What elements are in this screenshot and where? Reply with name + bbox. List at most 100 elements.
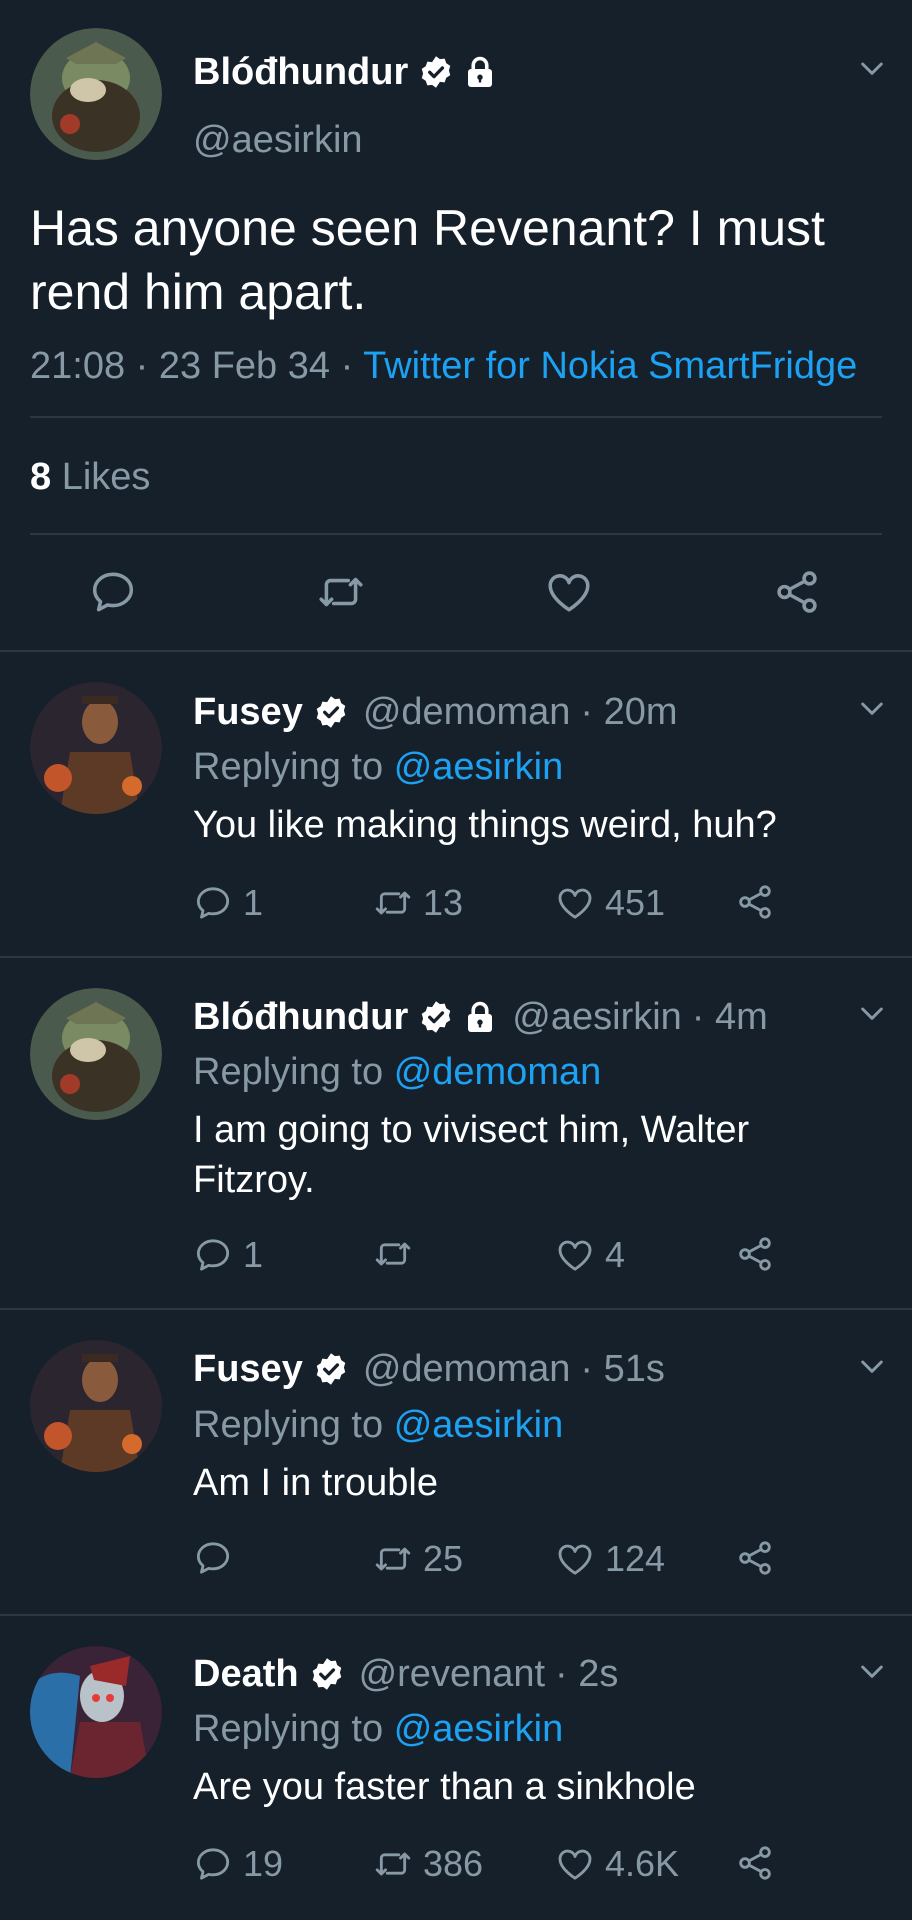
reply-button[interactable]: 1 <box>193 1234 263 1276</box>
author-name[interactable]: Fusey <box>193 690 303 734</box>
author-handle[interactable]: @aesirkin <box>512 995 682 1039</box>
share-button[interactable] <box>735 1234 775 1274</box>
meta-separator: · <box>330 345 364 387</box>
author-line: Death @revenant · 2s <box>193 1652 618 1696</box>
retweet-icon <box>316 567 366 617</box>
author-line: Blóđhundur @aesirkin · 4m <box>193 995 768 1039</box>
tweet-meta: 21:08 · 23 Feb 34 · Twitter for Nokia Sm… <box>30 344 857 388</box>
reply-icon <box>193 1844 233 1884</box>
share-button[interactable] <box>735 1538 775 1578</box>
retweet-button[interactable]: 25 <box>373 1538 463 1580</box>
reply-icon <box>193 883 233 923</box>
retweet-icon <box>373 1844 413 1884</box>
like-button[interactable]: 4.6K <box>555 1843 679 1885</box>
like-button[interactable] <box>544 567 594 617</box>
like-button[interactable]: 451 <box>555 882 665 924</box>
verified-icon <box>313 694 349 730</box>
retweet-icon <box>373 1234 413 1274</box>
author-handle[interactable]: @demoman <box>363 1347 571 1391</box>
tweet-time: · 51s <box>580 1348 665 1390</box>
chevron-down-icon[interactable] <box>856 1655 888 1687</box>
divider <box>0 956 912 958</box>
like-count: 4 <box>605 1234 626 1275</box>
reply-count: 1 <box>243 1234 264 1275</box>
tweet-text: Has anyone seen Revenant? I must rend hi… <box>30 200 825 320</box>
tweet-source-link[interactable]: Twitter for Nokia SmartFridge <box>363 345 857 387</box>
share-icon <box>735 1538 775 1578</box>
chevron-down-icon[interactable] <box>856 997 888 1029</box>
replying-to-link[interactable]: @aesirkin <box>394 1708 564 1750</box>
share-button[interactable] <box>735 1843 775 1883</box>
retweet-icon <box>373 883 413 923</box>
like-icon <box>555 1844 595 1884</box>
tweet-time: · 2s <box>555 1653 619 1695</box>
reply-icon <box>193 1235 233 1275</box>
lock-icon <box>462 999 498 1035</box>
replying-to: Replying to @aesirkin <box>193 745 563 789</box>
divider <box>30 416 882 418</box>
replying-to-link[interactable]: @demoman <box>394 1051 602 1093</box>
avatar[interactable] <box>30 28 162 160</box>
reply-count: 19 <box>243 1843 284 1884</box>
like-count: 124 <box>605 1538 666 1579</box>
author-handle[interactable]: @aesirkin <box>193 118 363 162</box>
replying-label: Replying to <box>193 1404 384 1446</box>
retweet-count: 386 <box>423 1843 484 1884</box>
likes-stat[interactable]: 8 Likes <box>30 455 150 499</box>
reply-button[interactable] <box>193 1538 243 1578</box>
verified-icon <box>418 999 454 1035</box>
retweet-count: 25 <box>423 1538 464 1579</box>
author-handle[interactable]: @revenant <box>359 1652 545 1696</box>
replying-to-link[interactable]: @aesirkin <box>394 746 564 788</box>
action-bar: 1 4 <box>193 1234 813 1278</box>
likes-label: Likes <box>61 456 151 498</box>
likes-count: 8 <box>30 456 52 498</box>
share-icon <box>735 882 775 922</box>
reply-button[interactable] <box>88 567 138 617</box>
retweet-button[interactable] <box>373 1234 423 1274</box>
like-icon <box>544 567 594 617</box>
replying-label: Replying to <box>193 1051 384 1093</box>
author-name[interactable]: Blóđhundur <box>193 50 408 94</box>
verified-icon <box>309 1656 345 1692</box>
author-name[interactable]: Death <box>193 1652 299 1696</box>
share-button[interactable] <box>735 882 775 922</box>
avatar[interactable] <box>30 682 162 814</box>
replying-to-link[interactable]: @aesirkin <box>394 1404 564 1446</box>
tweet-text: You like making things weird, huh? <box>193 804 777 846</box>
reply-count: 1 <box>243 882 264 923</box>
tweet-time: · 20m <box>580 691 678 733</box>
reply-button[interactable]: 19 <box>193 1843 283 1885</box>
avatar[interactable] <box>30 1646 162 1778</box>
avatar[interactable] <box>30 1340 162 1472</box>
like-button[interactable]: 4 <box>555 1234 625 1276</box>
tweet-time: 21:08 <box>30 345 126 387</box>
chevron-down-icon[interactable] <box>856 52 888 84</box>
retweet-button[interactable]: 13 <box>373 882 463 924</box>
like-icon <box>555 883 595 923</box>
lock-icon <box>462 54 498 90</box>
reply-icon <box>88 567 138 617</box>
chevron-down-icon[interactable] <box>856 1350 888 1382</box>
replying-to: Replying to @demoman <box>193 1050 601 1094</box>
like-count: 451 <box>605 882 666 923</box>
replying-to: Replying to @aesirkin <box>193 1403 563 1447</box>
author-name[interactable]: Fusey <box>193 1347 303 1391</box>
reply-icon <box>193 1538 233 1578</box>
like-icon <box>555 1235 595 1275</box>
chevron-down-icon[interactable] <box>856 692 888 724</box>
avatar[interactable] <box>30 988 162 1120</box>
like-icon <box>555 1539 595 1579</box>
share-button[interactable] <box>772 567 822 617</box>
retweet-button[interactable]: 386 <box>373 1843 483 1885</box>
reply-button[interactable]: 1 <box>193 882 263 924</box>
author-handle[interactable]: @demoman <box>363 690 571 734</box>
share-icon <box>735 1234 775 1274</box>
like-button[interactable]: 124 <box>555 1538 665 1580</box>
share-icon <box>772 567 822 617</box>
author-name[interactable]: Blóđhundur <box>193 995 408 1039</box>
retweet-button[interactable] <box>316 567 366 617</box>
divider <box>0 650 912 652</box>
retweet-count: 13 <box>423 882 464 923</box>
action-bar: 19 386 4.6K <box>193 1843 813 1887</box>
